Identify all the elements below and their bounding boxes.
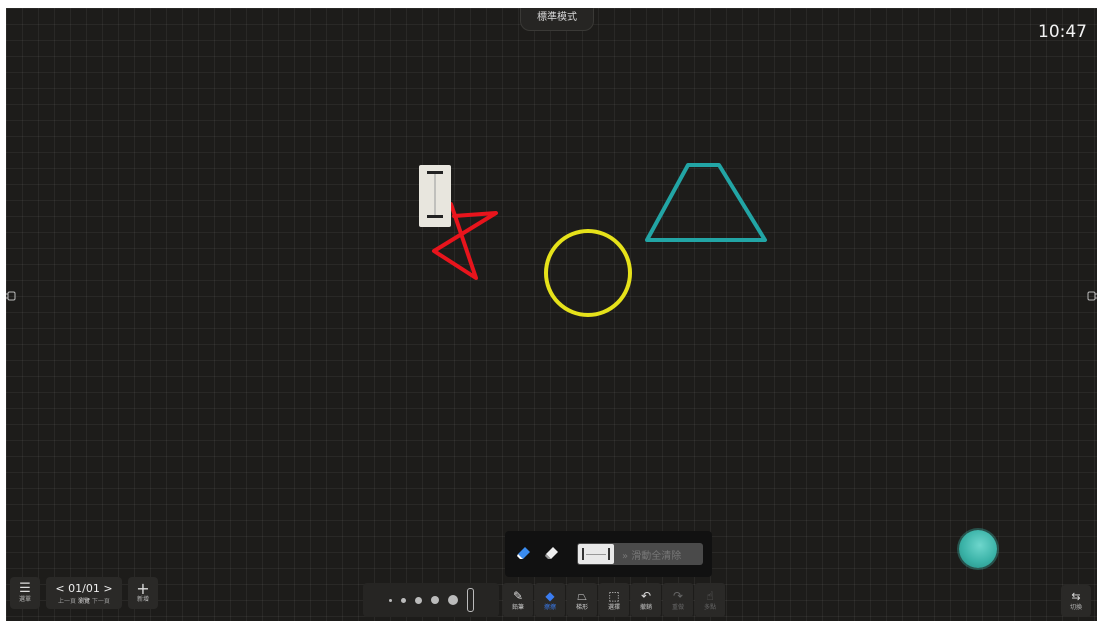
teal-trapezoid[interactable] bbox=[645, 163, 767, 242]
eraser-popup: » 滑動全清除 bbox=[505, 531, 712, 577]
floating-assist-ball[interactable] bbox=[959, 530, 997, 568]
eraser-magnet[interactable] bbox=[419, 165, 451, 227]
multi-touch-tool[interactable]: ☝ 多點 bbox=[695, 583, 725, 617]
multi-touch-icon: ☝ bbox=[706, 588, 714, 603]
switch-button[interactable]: ⇆ 切換 bbox=[1061, 585, 1091, 617]
menu-icon: ☰ bbox=[19, 581, 31, 596]
page-next-label[interactable]: 下一頁 bbox=[92, 598, 110, 605]
menu-label: 選單 bbox=[18, 596, 31, 603]
whiteboard-canvas[interactable]: 標準模式 10:47 » 滑動全清除 ☰ 選單 < 01/01 > 上一頁 瀏覽… bbox=[6, 8, 1097, 621]
menu-button[interactable]: ☰ 選單 bbox=[10, 577, 40, 609]
size-5[interactable] bbox=[447, 595, 458, 605]
add-page-button[interactable]: + 新增 bbox=[128, 577, 158, 609]
add-label: 新增 bbox=[136, 596, 149, 603]
size-2[interactable] bbox=[400, 597, 406, 603]
page-navigator[interactable]: < 01/01 > 上一頁 瀏覽 下一頁 bbox=[46, 577, 122, 609]
redo-icon: ↷ bbox=[672, 588, 684, 603]
yellow-circle[interactable] bbox=[544, 229, 632, 317]
select-tool[interactable]: ⬚ 選擇 bbox=[599, 583, 629, 617]
slide-handle[interactable] bbox=[578, 544, 614, 564]
pen-size-selector bbox=[363, 583, 499, 617]
plus-icon: + bbox=[136, 579, 150, 598]
pen-size-indicator bbox=[466, 588, 474, 612]
shape-tool[interactable]: ⏢ 梯形 bbox=[567, 583, 597, 617]
eraser-white-icon[interactable] bbox=[543, 543, 561, 565]
bottom-left-toolbar: ☰ 選單 < 01/01 > 上一頁 瀏覽 下一頁 + 新增 bbox=[10, 577, 158, 609]
page-prev-label[interactable]: 上一頁 bbox=[58, 598, 76, 605]
size-3[interactable] bbox=[414, 596, 422, 604]
shape-icon: ⏢ bbox=[577, 588, 587, 603]
pencil-tool[interactable]: ✎ 鉛筆 bbox=[503, 583, 533, 617]
eraser-blue-icon[interactable] bbox=[515, 543, 533, 565]
undo-tool[interactable]: ↶ 撤銷 bbox=[631, 583, 661, 617]
undo-icon: ↶ bbox=[640, 588, 652, 603]
eraser-icon: ◆ bbox=[545, 588, 555, 603]
redo-tool[interactable]: ↷ 重做 bbox=[663, 583, 693, 617]
switch-label: 切換 bbox=[1069, 604, 1082, 611]
slide-clear-label: » 滑動全清除 bbox=[622, 550, 682, 562]
select-icon: ⬚ bbox=[608, 588, 620, 603]
eraser-tool[interactable]: ◆ 擦擦 bbox=[535, 583, 565, 617]
slide-to-clear[interactable]: » 滑動全清除 bbox=[577, 543, 703, 565]
page-browse-label[interactable]: 瀏覽 bbox=[78, 598, 90, 605]
page-indicator: < 01/01 > bbox=[55, 581, 113, 595]
size-4[interactable] bbox=[430, 596, 439, 604]
bottom-center-toolbar: ✎ 鉛筆 ◆ 擦擦 ⏢ 梯形 ⬚ 選擇 ↶ 撤銷 ↷ 重做 ☝ 多點 bbox=[363, 583, 725, 617]
switch-icon: ⇆ bbox=[1071, 590, 1081, 603]
pencil-icon: ✎ bbox=[512, 588, 524, 603]
size-1[interactable] bbox=[388, 598, 392, 602]
drawn-shapes bbox=[419, 163, 767, 317]
tool-buttons: ✎ 鉛筆 ◆ 擦擦 ⏢ 梯形 ⬚ 選擇 ↶ 撤銷 ↷ 重做 ☝ 多點 bbox=[503, 583, 725, 617]
